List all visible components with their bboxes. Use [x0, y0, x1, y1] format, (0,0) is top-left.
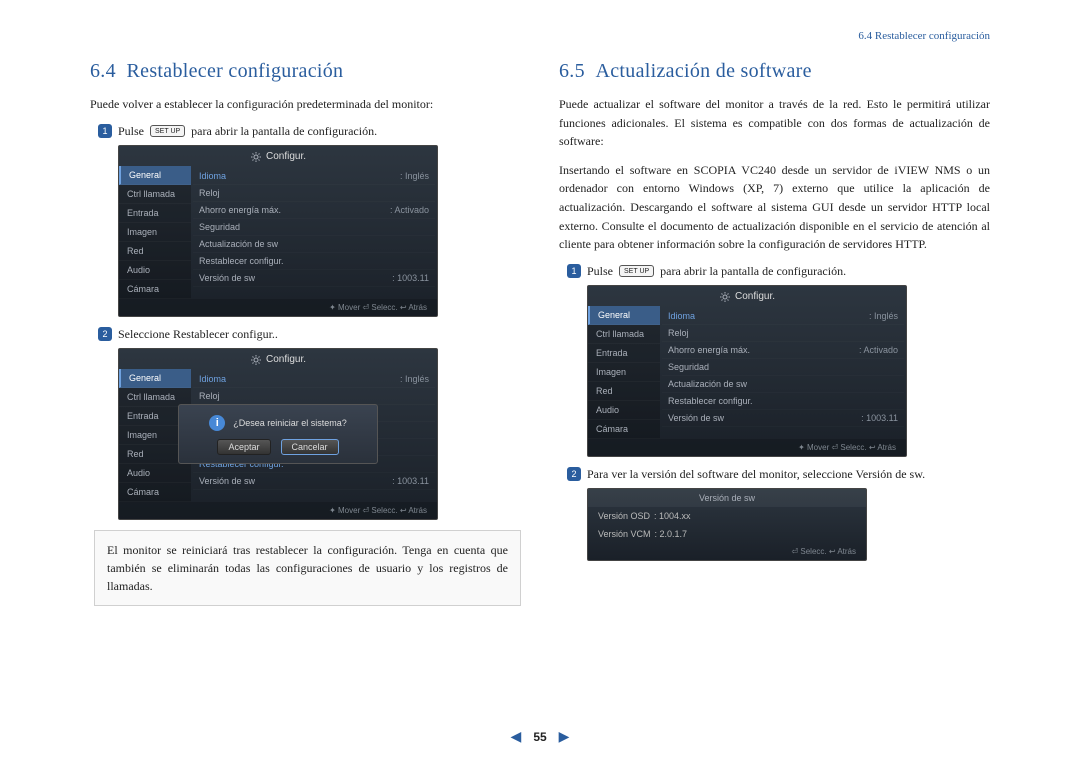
intro-text-right: Puede actualizar el software del monitor… [559, 95, 990, 151]
osd-side-item[interactable]: Entrada [588, 344, 660, 363]
para-2-right: Insertando el software en SCOPIA VC240 d… [559, 161, 990, 254]
osd-side-general[interactable]: General [119, 369, 191, 388]
osd-side-item[interactable]: Entrada [119, 204, 191, 223]
step-badge-2: 2 [98, 327, 112, 341]
page-navigation: ◀ 55 ▶ [511, 728, 570, 745]
step-2-right: 2 Para ver la versión del software del m… [567, 467, 990, 482]
info-icon: i [209, 415, 225, 431]
gear-icon [719, 291, 731, 303]
osd-footer-hints: ✦ Mover ⏎ Selecc. ↩ Atrás [119, 299, 437, 316]
osd-side-item[interactable]: Cámara [119, 280, 191, 299]
step-1-right: 1 Pulse SET UP para abrir la pantalla de… [567, 264, 990, 279]
step-badge-2: 2 [567, 467, 581, 481]
osd-side-general[interactable]: General [119, 166, 191, 185]
screenshot-configur-1: Configur. General Ctrl llamada Entrada I… [118, 145, 438, 317]
osd-side-item[interactable]: Imagen [119, 223, 191, 242]
step-2-left: 2 Seleccione Restablecer configur.. [98, 327, 521, 342]
setup-key-icon: SET UP [150, 125, 185, 137]
step-badge-1: 1 [98, 124, 112, 138]
osd-side-item[interactable]: Audio [119, 261, 191, 280]
page-number: 55 [533, 730, 546, 744]
osd-title: Configur. [119, 146, 437, 166]
intro-text: Puede volver a establecer la configuraci… [90, 95, 521, 114]
osd-side-item[interactable]: Cámara [119, 483, 191, 502]
osd-side-item[interactable]: Ctrl llamada [588, 325, 660, 344]
osd-side-item[interactable]: Imagen [588, 363, 660, 382]
gear-icon [250, 151, 262, 163]
osd-main: Idioma: Inglés Reloj Ahorro energía máx.… [191, 166, 437, 299]
prev-page-icon[interactable]: ◀ [511, 728, 522, 745]
screenshot-configur-3: Configur. General Ctrl llamada Entrada I… [587, 285, 907, 457]
osd-side-item[interactable]: Audio [119, 464, 191, 483]
dialog-message: ¿Desea reiniciar el sistema? [233, 418, 347, 428]
swver-title: Versión de sw [588, 489, 866, 507]
next-page-icon[interactable]: ▶ [559, 728, 570, 745]
osd-side-item[interactable]: Ctrl llamada [119, 185, 191, 204]
heading-6-5: 6.5 Actualización de software [559, 60, 990, 83]
osd-sidebar: General Ctrl llamada Entrada Imagen Red … [119, 166, 191, 299]
dialog-cancel-button[interactable]: Cancelar [281, 439, 339, 455]
confirm-dialog: i ¿Desea reiniciar el sistema? Aceptar C… [178, 404, 378, 464]
warning-note: El monitor se reiniciará tras restablece… [94, 530, 521, 606]
screenshot-sw-version: Versión de sw Versión OSD: 1004.xx Versi… [587, 488, 867, 561]
page-header-breadcrumb: 6.4 Restablecer configuración [90, 30, 990, 42]
osd-side-item[interactable]: Cámara [588, 420, 660, 439]
osd-side-item[interactable]: Red [119, 242, 191, 261]
heading-6-4: 6.4 Restablecer configuración [90, 60, 521, 83]
section-6-5: 6.5 Actualización de software Puede actu… [559, 60, 990, 606]
section-6-4: 6.4 Restablecer configuración Puede volv… [90, 60, 521, 606]
dialog-accept-button[interactable]: Aceptar [217, 439, 270, 455]
step-badge-1: 1 [567, 264, 581, 278]
setup-key-icon: SET UP [619, 265, 654, 277]
step-1-left: 1 Pulse SET UP para abrir la pantalla de… [98, 124, 521, 139]
osd-side-item[interactable]: Audio [588, 401, 660, 420]
osd-side-general[interactable]: General [588, 306, 660, 325]
screenshot-configur-dialog: Configur. General Ctrl llamada Entrada I… [118, 348, 438, 520]
gear-icon [250, 354, 262, 366]
osd-side-item[interactable]: Red [588, 382, 660, 401]
